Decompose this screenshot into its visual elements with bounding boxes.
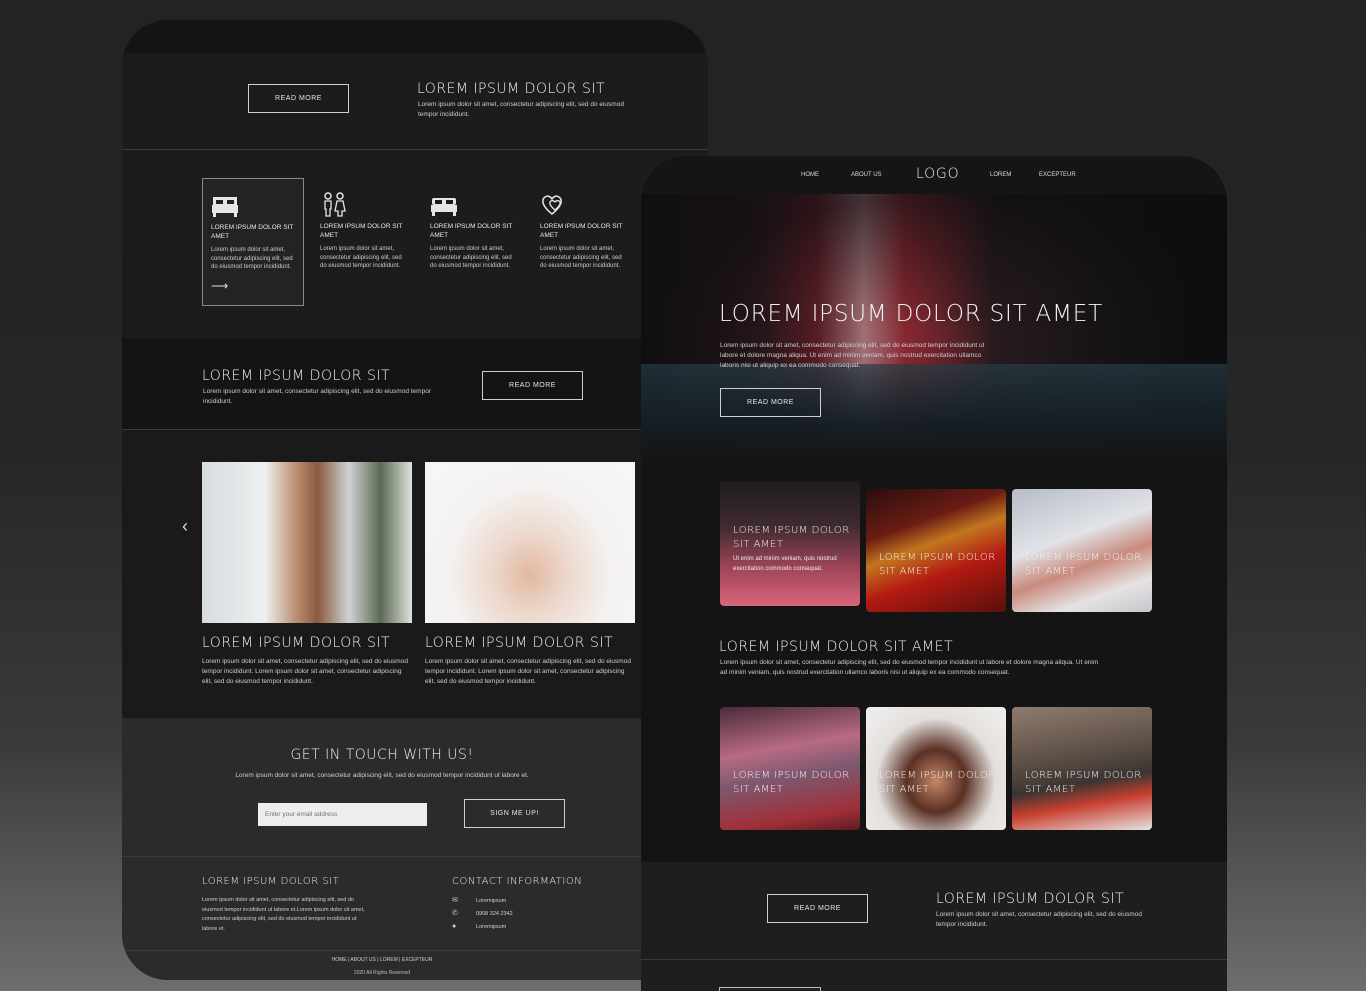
tile-text: Ut enim ad minim veniam, quis nostrud ex… bbox=[733, 556, 837, 572]
feature-card[interactable]: LOREM IPSUM DOLOR SIT AMET Lorem ipsum d… bbox=[312, 178, 414, 306]
feature-text: Lorem ipsum dolor sit amet, consectetur … bbox=[430, 246, 512, 269]
contact-email-text: Loremipsum bbox=[476, 898, 507, 904]
photo-woman-window bbox=[202, 462, 412, 623]
tile-title: LOREM IPSUM DOLOR SIT AMET bbox=[733, 770, 850, 795]
card-text: Lorem ipsum dolor sit amet, consectetur … bbox=[425, 658, 631, 685]
hearts-icon bbox=[542, 195, 562, 215]
chevron-left-icon[interactable]: ‹ bbox=[182, 516, 188, 537]
arrow-right-icon[interactable]: ⟶ bbox=[211, 279, 228, 293]
banner-section: LOREM IPSUM DOLOR SIT Lorem ipsum dolor … bbox=[122, 338, 642, 430]
photo-tile[interactable]: LOREM IPSUM DOLOR SIT AMET bbox=[866, 489, 1006, 612]
intro-section: READ MORE LOREM IPSUM DOLOR SIT Lorem ip… bbox=[122, 53, 708, 150]
email-input[interactable] bbox=[258, 803, 427, 826]
hero-text: Lorem ipsum dolor sit amet, consectetur … bbox=[720, 342, 985, 369]
logo[interactable]: LOGO bbox=[916, 166, 959, 182]
mail-icon: ✉ bbox=[452, 897, 458, 904]
couple-icon bbox=[324, 192, 346, 217]
tile-title: LOREM IPSUM DOLOR SIT AMET bbox=[1025, 770, 1142, 795]
photo-tile[interactable]: LOREM IPSUM DOLOR SIT AMET bbox=[1012, 707, 1152, 830]
section-text: Lorem ipsum dolor sit amet, consectetur … bbox=[720, 659, 1099, 676]
footer-contact-title: CONTACT INFORMATION bbox=[452, 876, 583, 887]
bed-icon bbox=[431, 198, 457, 216]
feature-title: LOREM IPSUM DOLOR SIT AMET bbox=[211, 224, 294, 240]
photo-feet-bed bbox=[425, 462, 635, 623]
next-section-preview bbox=[641, 960, 1227, 991]
contact-email[interactable]: ✉ Loremipsum bbox=[452, 897, 507, 904]
nav-excepteur[interactable]: EXCEPTEUR bbox=[1039, 172, 1076, 178]
hero-title: LOREM IPSUM DOLOR SIT AMET bbox=[719, 301, 1103, 327]
photo-tile[interactable]: LOREM IPSUM DOLOR SIT AMET bbox=[1012, 489, 1152, 612]
contact-section: GET IN TOUCH WITH US! Lorem ipsum dolor … bbox=[122, 718, 642, 856]
feature-card[interactable]: LOREM IPSUM DOLOR SIT AMET Lorem ipsum d… bbox=[422, 178, 524, 306]
banner-text: Lorem ipsum dolor sit amet, consectetur … bbox=[203, 388, 431, 405]
gallery-section: ‹ LOREM IPSUM DOLOR SIT Lorem ipsum dolo… bbox=[122, 430, 642, 718]
read-more-button[interactable]: READ MORE bbox=[248, 84, 349, 113]
feature-title: LOREM IPSUM DOLOR SIT AMET bbox=[540, 223, 623, 239]
button-outline-stub bbox=[719, 987, 821, 991]
feature-card[interactable]: LOREM IPSUM DOLOR SIT AMET Lorem ipsum d… bbox=[532, 178, 634, 306]
card-title: LOREM IPSUM DOLOR SIT bbox=[202, 635, 391, 651]
footer: LOREM IPSUM DOLOR SIT Lorem ipsum dolor … bbox=[122, 856, 642, 980]
gallery-card: LOREM IPSUM DOLOR SIT Lorem ipsum dolor … bbox=[425, 462, 635, 687]
left-page-mockup: READ MORE LOREM IPSUM DOLOR SIT Lorem ip… bbox=[122, 20, 708, 980]
gallery-card: LOREM IPSUM DOLOR SIT Lorem ipsum dolor … bbox=[202, 462, 412, 687]
cta-section: READ MORE LOREM IPSUM DOLOR SIT Lorem ip… bbox=[641, 862, 1227, 960]
contact-web-text: Loremipsum bbox=[476, 924, 507, 930]
feature-text: Lorem ipsum dolor sit amet, consectetur … bbox=[540, 246, 622, 269]
section-text: Lorem ipsum dolor sit amet, consectetur … bbox=[936, 911, 1142, 928]
top-cap bbox=[122, 20, 708, 53]
features-section: LOREM IPSUM DOLOR SIT AMET Lorem ipsum d… bbox=[122, 150, 708, 338]
photo-tile[interactable]: LOREM IPSUM DOLOR SIT AMET bbox=[866, 707, 1006, 830]
hero-section: LOREM IPSUM DOLOR SIT AMET Lorem ipsum d… bbox=[641, 194, 1227, 464]
read-more-button[interactable]: READ MORE bbox=[482, 371, 583, 400]
globe-icon: ● bbox=[452, 923, 457, 930]
contact-phone-text: 0908 324 2342 bbox=[476, 911, 513, 917]
section-title: LOREM IPSUM DOLOR SIT bbox=[417, 81, 606, 97]
card-title: LOREM IPSUM DOLOR SIT bbox=[425, 635, 614, 651]
nav-home[interactable]: HOME bbox=[801, 172, 819, 178]
photo-tile[interactable]: LOREM IPSUM DOLOR SIT AMET Ut enim ad mi… bbox=[720, 481, 860, 606]
tiles-row-1: LOREM IPSUM DOLOR SIT AMET Ut enim ad mi… bbox=[641, 464, 1227, 634]
nav-about[interactable]: ABOUT US bbox=[851, 172, 882, 178]
section-title: LOREM IPSUM DOLOR SIT bbox=[936, 891, 1125, 907]
contact-title: GET IN TOUCH WITH US! bbox=[290, 747, 474, 763]
read-more-button[interactable]: READ MORE bbox=[720, 388, 821, 417]
section-text: Lorem ipsum dolor sit amet, consectetur … bbox=[418, 101, 624, 118]
bed-icon bbox=[212, 197, 238, 217]
nav-lorem[interactable]: LOREM bbox=[990, 172, 1011, 178]
feature-title: LOREM IPSUM DOLOR SIT AMET bbox=[430, 223, 513, 239]
text-section: LOREM IPSUM DOLOR SIT AMET Lorem ipsum d… bbox=[641, 634, 1227, 707]
photo-tile[interactable]: LOREM IPSUM DOLOR SIT AMET bbox=[720, 707, 860, 830]
tiles-row-2: LOREM IPSUM DOLOR SIT AMET LOREM IPSUM D… bbox=[641, 707, 1227, 862]
phone-icon: ✆ bbox=[452, 910, 458, 917]
contact-phone[interactable]: ✆ 0908 324 2342 bbox=[452, 910, 513, 917]
contact-text: Lorem ipsum dolor sit amet, consectetur … bbox=[235, 772, 529, 779]
top-nav: HOME ABOUT US LOGO LOREM EXCEPTEUR bbox=[641, 156, 1227, 194]
banner-title: LOREM IPSUM DOLOR SIT bbox=[202, 368, 391, 384]
card-text: Lorem ipsum dolor sit amet, consectetur … bbox=[202, 658, 408, 685]
footer-about-text: Lorem ipsum dolor sit amet, consectetur … bbox=[202, 897, 365, 932]
contact-web[interactable]: ● Loremipsum bbox=[452, 923, 507, 930]
feature-title: LOREM IPSUM DOLOR SIT AMET bbox=[320, 223, 403, 239]
right-page-mockup: HOME ABOUT US LOGO LOREM EXCEPTEUR LOREM… bbox=[641, 156, 1227, 991]
sign-up-button[interactable]: SIGN ME UP! bbox=[464, 799, 565, 828]
tile-title: LOREM IPSUM DOLOR SIT AMET bbox=[733, 525, 850, 550]
feature-card[interactable]: LOREM IPSUM DOLOR SIT AMET Lorem ipsum d… bbox=[202, 178, 304, 306]
section-title: LOREM IPSUM DOLOR SIT AMET bbox=[719, 639, 954, 655]
footer-about-title: LOREM IPSUM DOLOR SIT bbox=[202, 876, 340, 887]
feature-text: Lorem ipsum dolor sit amet, consectetur … bbox=[320, 246, 402, 269]
tile-title: LOREM IPSUM DOLOR SIT AMET bbox=[879, 552, 996, 577]
tile-title: LOREM IPSUM DOLOR SIT AMET bbox=[879, 770, 996, 795]
read-more-button[interactable]: READ MORE bbox=[767, 894, 868, 923]
feature-text: Lorem ipsum dolor sit amet, consectetur … bbox=[211, 247, 293, 270]
copyright: 2020 All Rights Reserved bbox=[353, 970, 411, 976]
tile-title: LOREM IPSUM DOLOR SIT AMET bbox=[1025, 552, 1142, 577]
footer-links[interactable]: HOME | ABOUT US | LOREM | EXCEPTEUR bbox=[122, 950, 642, 963]
